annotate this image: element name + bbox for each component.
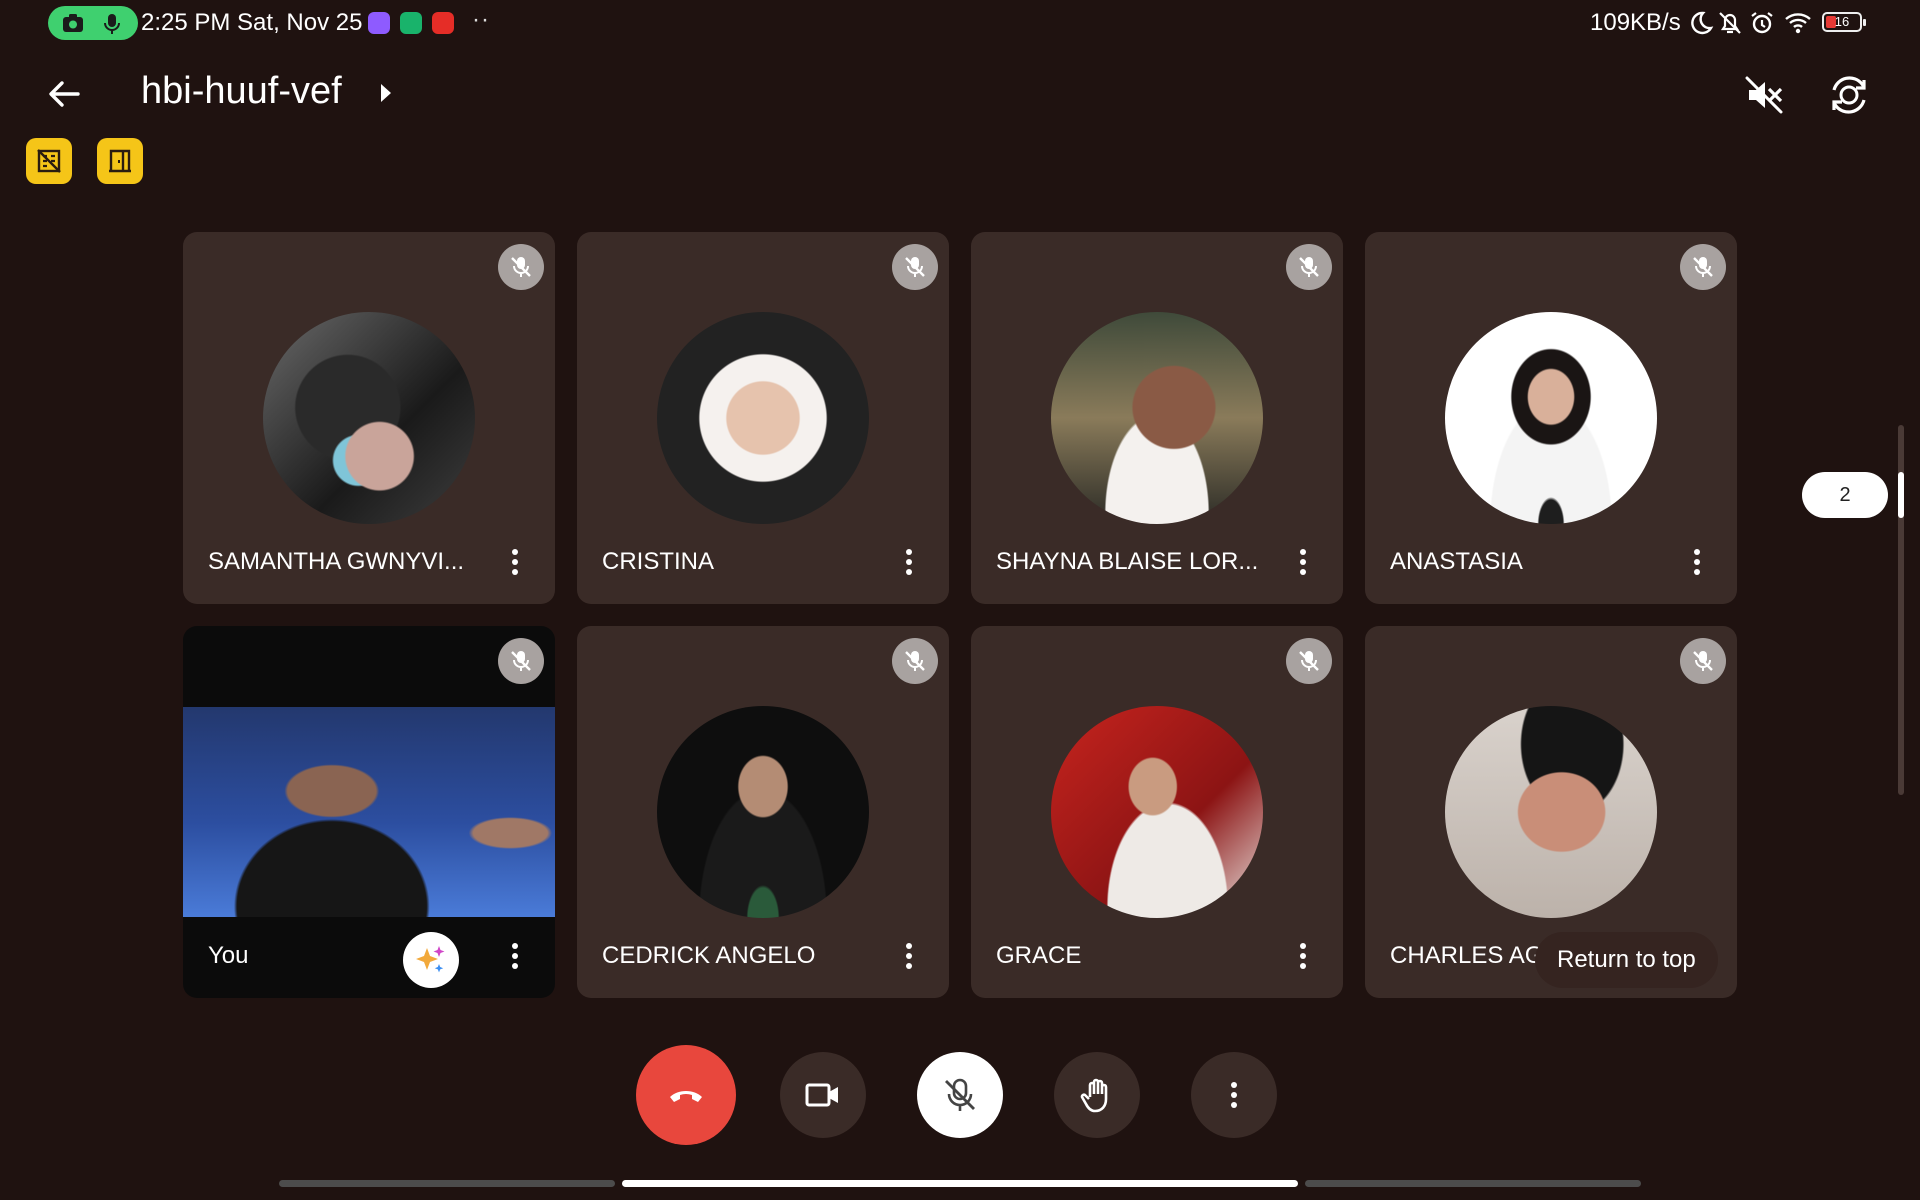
door-icon[interactable] xyxy=(97,138,143,184)
status-bar: 2:25 PM Sat, Nov 25 ·· 109KB/s 16 xyxy=(0,0,1920,46)
mic-off-icon xyxy=(892,244,938,290)
participant-name: ANASTASIA xyxy=(1390,548,1523,575)
status-time: 2:25 PM Sat, Nov 25 xyxy=(141,9,363,36)
meeting-code[interactable]: hbi-huuf-vef xyxy=(141,70,342,113)
network-speed: 109KB/s xyxy=(1590,9,1681,36)
shield-app-icon xyxy=(400,12,422,34)
end-call-button[interactable] xyxy=(636,1045,736,1145)
more-vert-icon[interactable] xyxy=(503,546,527,580)
mic-off-icon xyxy=(1680,244,1726,290)
switch-camera-icon[interactable] xyxy=(1826,72,1872,118)
nav-segment xyxy=(1305,1180,1641,1187)
camera-icon xyxy=(805,1083,838,1107)
camera-icon xyxy=(63,14,83,32)
participant-name: SAMANTHA GWNYVI... xyxy=(208,548,465,575)
return-to-top-button[interactable]: Return to top xyxy=(1535,932,1718,988)
participant-name: CEDRICK ANGELO xyxy=(602,942,816,969)
speaker-muted-icon[interactable] xyxy=(1741,72,1787,118)
more-options-icon xyxy=(1231,1082,1237,1108)
effects-button[interactable] xyxy=(403,932,459,988)
mic-off-icon xyxy=(498,244,544,290)
self-video xyxy=(183,707,555,917)
more-vert-icon[interactable] xyxy=(897,546,921,580)
participant-tile[interactable]: CEDRICK ANGELO xyxy=(577,626,949,998)
no-meeting-room-icon[interactable] xyxy=(26,138,72,184)
participant-name: CHARLES AG xyxy=(1390,942,1544,969)
nav-segment xyxy=(279,1180,615,1187)
more-options-button[interactable] xyxy=(1191,1052,1277,1138)
mic-off-icon xyxy=(1286,244,1332,290)
more-vert-icon[interactable] xyxy=(503,940,527,974)
recording-indicator xyxy=(48,6,138,40)
participant-tile[interactable]: SAMANTHA GWNYVI... xyxy=(183,232,555,604)
alarm-icon xyxy=(1751,12,1773,34)
avatar xyxy=(1445,312,1657,524)
mic-off-icon xyxy=(1680,638,1726,684)
participant-tile[interactable]: ANASTASIA xyxy=(1365,232,1737,604)
participant-name: You xyxy=(208,942,249,969)
nav-gesture-bar[interactable] xyxy=(622,1180,1298,1187)
mic-toggle-button[interactable] xyxy=(917,1052,1003,1138)
avatar xyxy=(263,312,475,524)
avatar xyxy=(1445,706,1657,918)
participant-name: GRACE xyxy=(996,942,1082,969)
more-vert-icon[interactable] xyxy=(1291,940,1315,974)
avatar xyxy=(1051,706,1263,918)
moon-icon xyxy=(1691,11,1714,35)
camera-toggle-button[interactable] xyxy=(780,1052,866,1138)
participant-tile[interactable]: GRACE xyxy=(971,626,1343,998)
end-call-icon xyxy=(670,1091,702,1102)
avatar xyxy=(1051,312,1263,524)
scrollbar-thumb[interactable] xyxy=(1898,472,1904,518)
messenger-icon xyxy=(368,12,390,34)
mic-off-icon xyxy=(498,638,544,684)
more-notifications-indicator: ·· xyxy=(472,6,490,33)
avatar xyxy=(657,312,869,524)
participant-name: CRISTINA xyxy=(602,548,715,575)
back-arrow-icon[interactable] xyxy=(42,72,86,116)
sparkle-icon xyxy=(416,946,445,973)
participant-name: SHAYNA BLAISE LOR... xyxy=(996,548,1259,575)
participant-tile[interactable]: SHAYNA BLAISE LOR... xyxy=(971,232,1343,604)
more-vert-icon[interactable] xyxy=(1685,546,1709,580)
mic-off-icon xyxy=(945,1078,975,1111)
avatar xyxy=(657,706,869,918)
page-indicator: 2 xyxy=(1802,472,1888,518)
more-vert-icon[interactable] xyxy=(897,940,921,974)
battery-icon: 16 xyxy=(1822,12,1866,32)
wifi-icon xyxy=(1785,13,1811,34)
participant-tile[interactable]: CRISTINA xyxy=(577,232,949,604)
bell-off-icon xyxy=(1719,12,1741,34)
raise-hand-button[interactable] xyxy=(1054,1052,1140,1138)
youtube-icon xyxy=(432,12,454,34)
self-tile[interactable]: You xyxy=(183,626,555,998)
more-vert-icon[interactable] xyxy=(1291,546,1315,580)
raise-hand-icon xyxy=(1080,1078,1108,1113)
battery-level: 16 xyxy=(1834,14,1850,29)
mic-off-icon xyxy=(892,638,938,684)
caret-right-icon[interactable] xyxy=(381,84,391,102)
mic-off-icon xyxy=(1286,638,1332,684)
microphone-icon xyxy=(104,14,120,34)
